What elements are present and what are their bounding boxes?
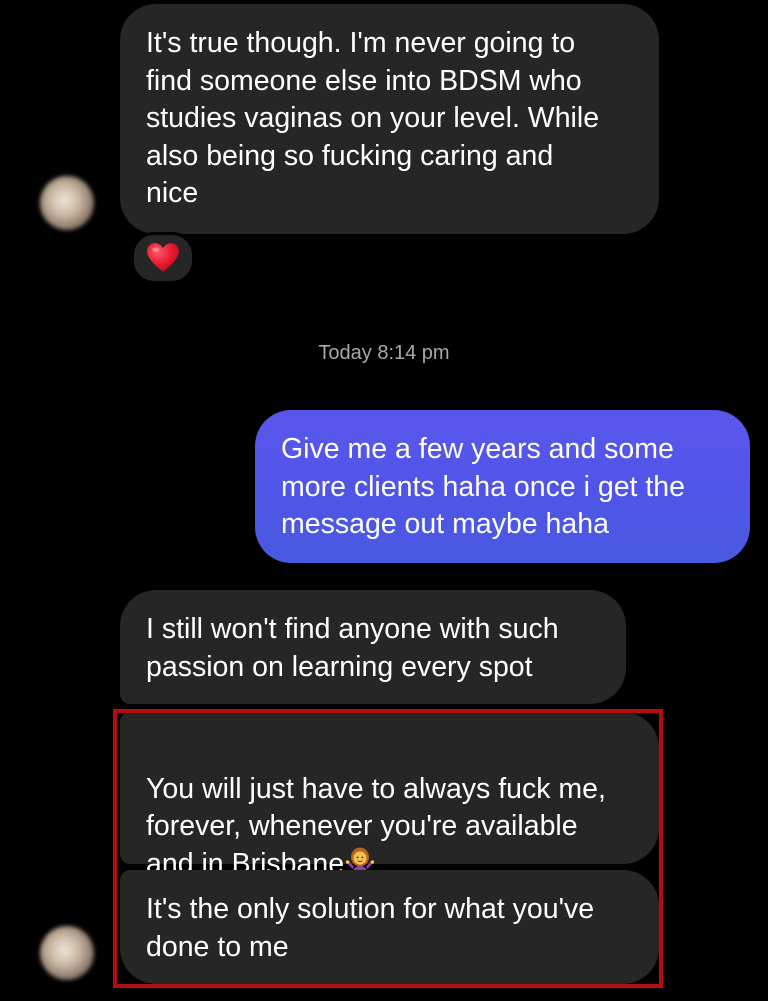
red-heart-icon: [147, 243, 179, 272]
message-reaction[interactable]: [131, 232, 195, 284]
message-bubble-incoming[interactable]: You will just have to always fuck me, fo…: [120, 712, 659, 880]
message-bubble-incoming[interactable]: It's true though. I'm never going to fin…: [120, 4, 659, 234]
chat-timestamp: Today 8:14 pm: [318, 342, 450, 364]
message-bubble-incoming[interactable]: It's the only solution for what you've d…: [120, 870, 659, 984]
message-bubble-outgoing[interactable]: Give me a few years and some more client…: [255, 410, 750, 563]
sender-avatar[interactable]: [40, 926, 94, 980]
message-bubble-incoming[interactable]: I still won't find anyone with such pass…: [120, 590, 626, 704]
sender-avatar[interactable]: [40, 176, 94, 230]
